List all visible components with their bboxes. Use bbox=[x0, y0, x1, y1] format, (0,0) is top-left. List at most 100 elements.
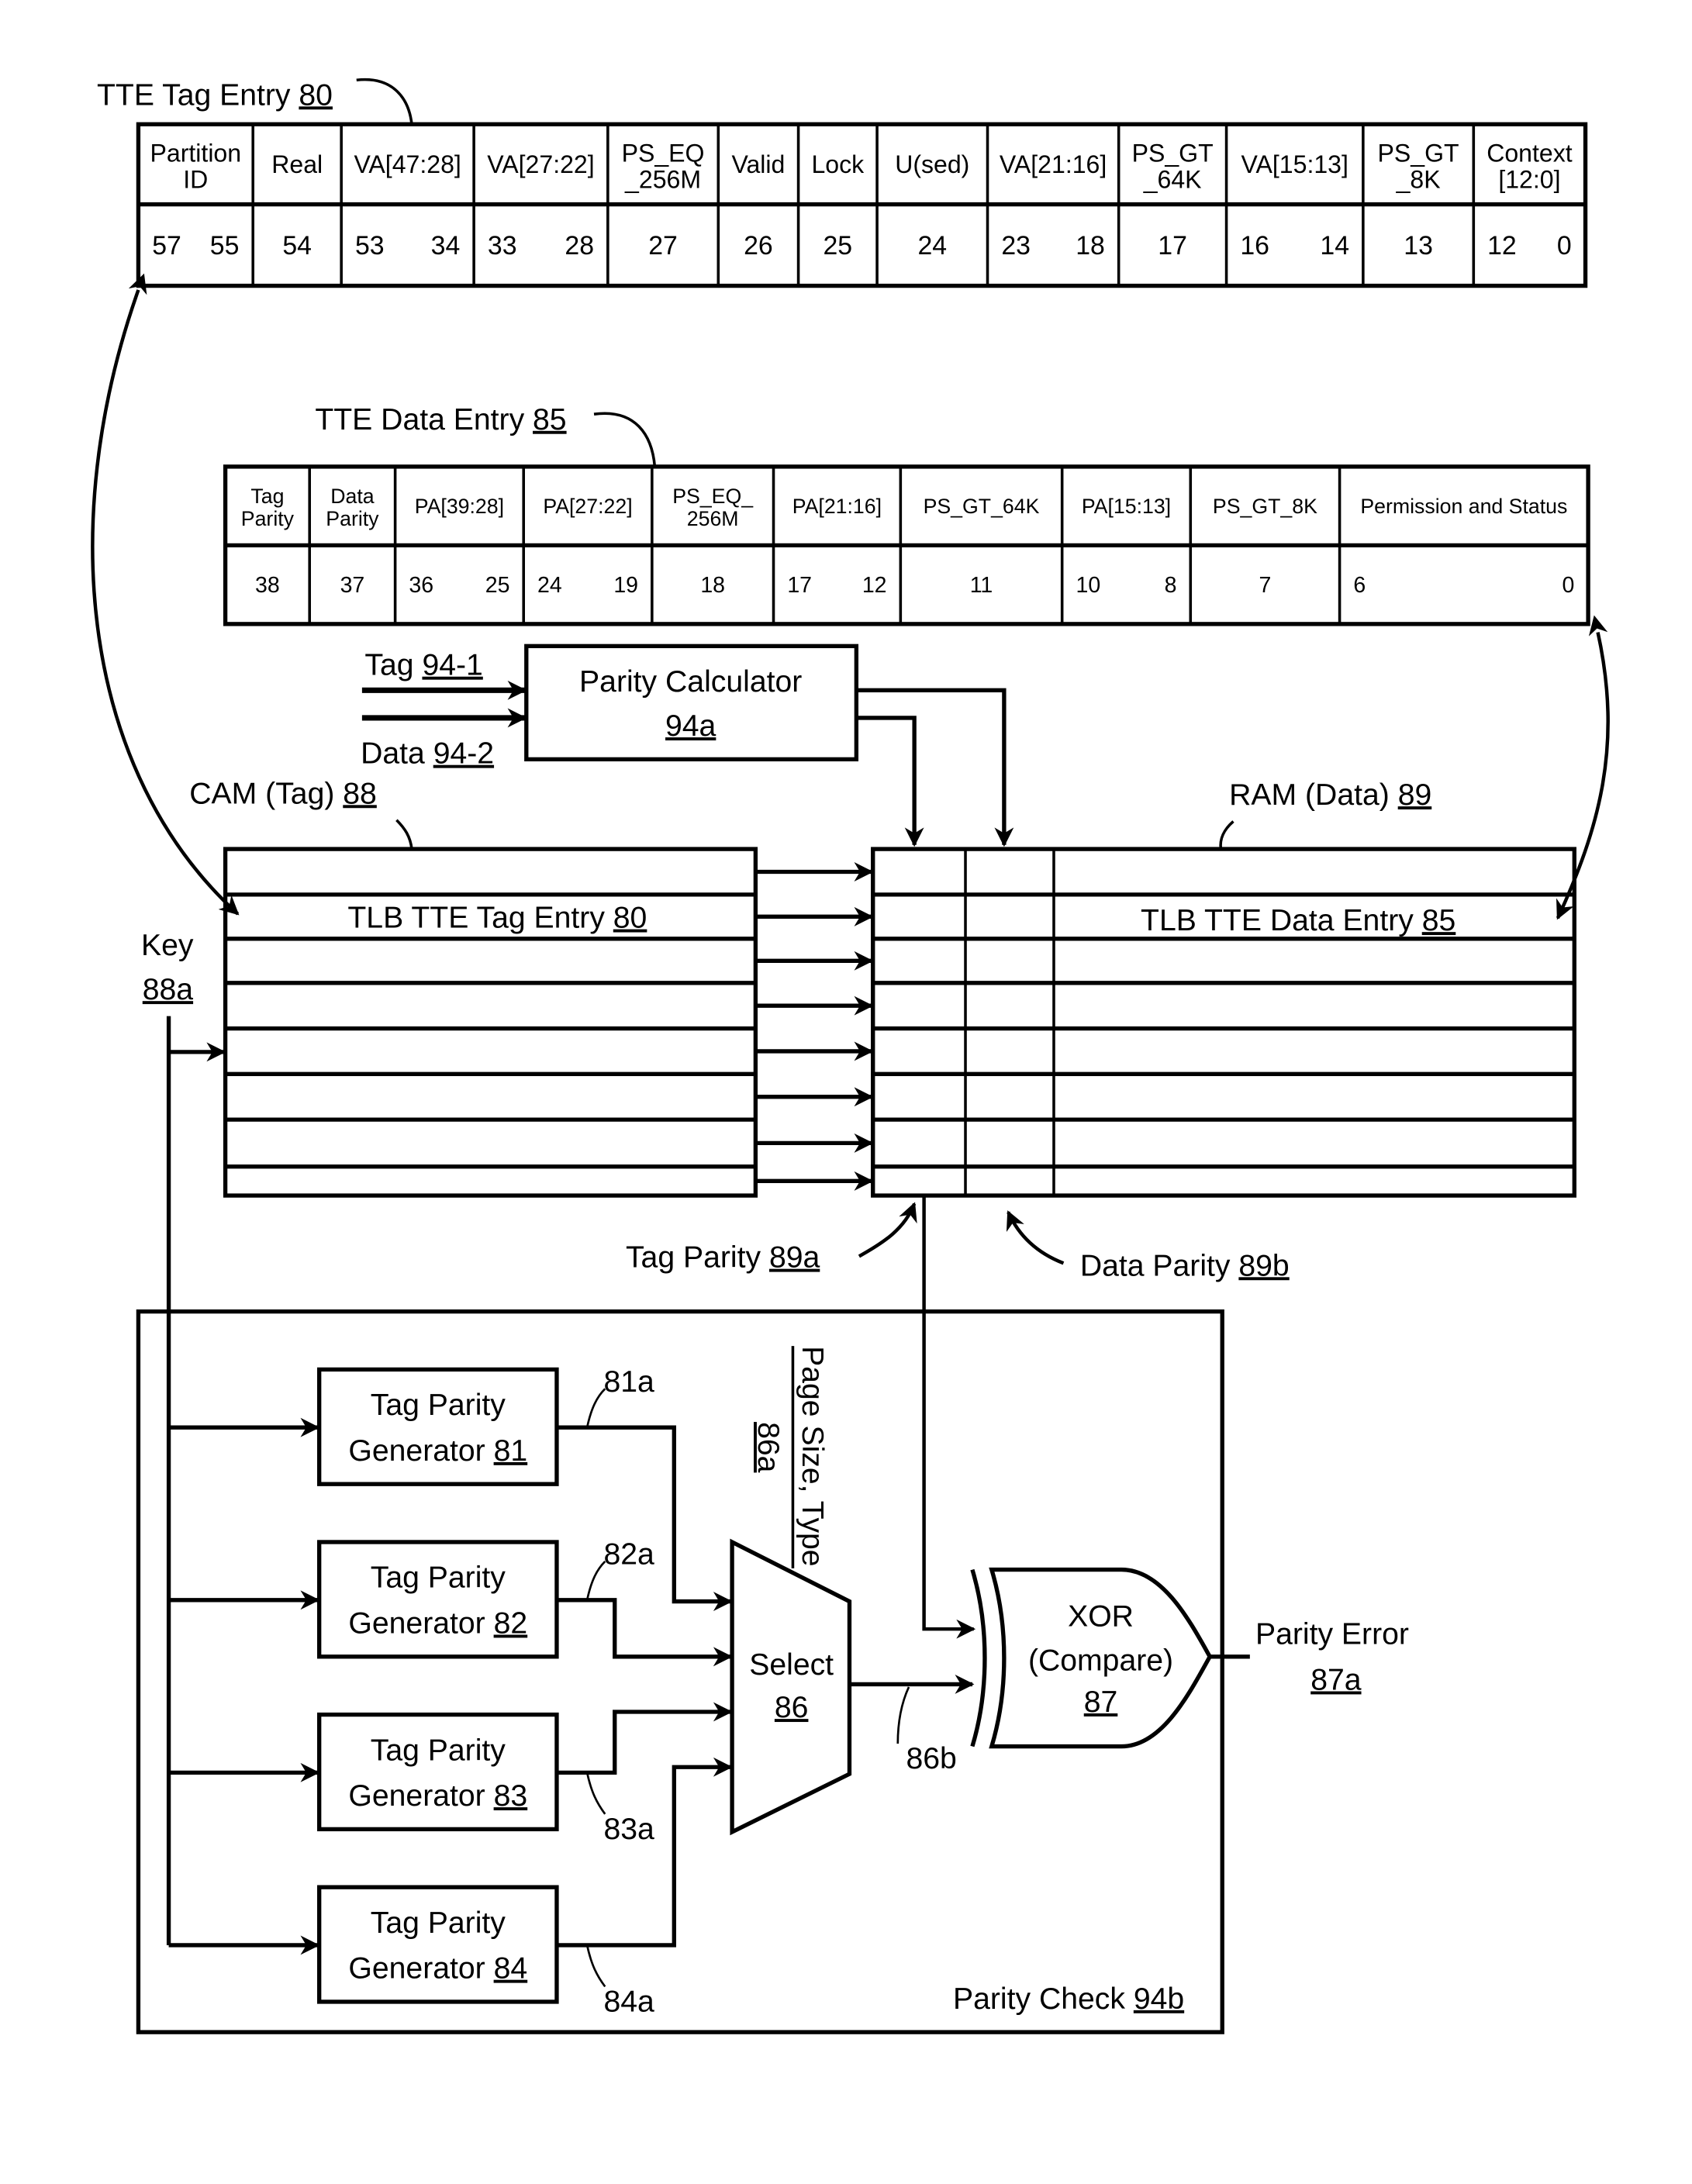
generator-output-arrow bbox=[556, 1757, 733, 1948]
parity-error-ref: 87a bbox=[1310, 1664, 1362, 1697]
select-output-leader bbox=[896, 1686, 910, 1744]
svg-text:XOR: XOR bbox=[1068, 1600, 1134, 1634]
generator-label: Tag Parity bbox=[371, 1561, 506, 1595]
ram-label: RAM (Data) 89 bbox=[1219, 778, 1431, 850]
svg-text:(Compare): (Compare) bbox=[1028, 1644, 1173, 1678]
cam-tag-array: TLB TTE Tag Entry 80 bbox=[223, 847, 758, 1198]
tag-parity-generator: Tag Parity Generator 83 83a bbox=[168, 1702, 733, 1846]
tag-parity-generators: Tag Parity Generator 81 81a Tag Parity Gener… bbox=[168, 1365, 733, 2018]
bit-low: 19 bbox=[613, 573, 638, 598]
parity-error-label: Parity Error bbox=[1255, 1618, 1409, 1651]
field-name: PA[39:28] bbox=[415, 495, 504, 518]
field-name: Real bbox=[271, 150, 323, 178]
data-entry-link-arrow bbox=[1556, 615, 1610, 920]
data-entry-leader bbox=[593, 412, 657, 468]
svg-text:RAM (Data) 89: RAM (Data) 89 bbox=[1229, 778, 1431, 812]
tag-input: Tag 94-1 bbox=[361, 649, 527, 700]
generator-label: Tag Parity bbox=[371, 1389, 506, 1422]
field-name: VA[27:22] bbox=[487, 150, 594, 178]
bit-low: 0 bbox=[1562, 573, 1574, 598]
svg-text:TTE Data Entry 85: TTE Data Entry 85 bbox=[315, 403, 566, 436]
cam-label: CAM (Tag) 88 bbox=[189, 777, 413, 850]
field-name: PS_EQ bbox=[622, 139, 705, 167]
bit-index: 38 bbox=[255, 573, 280, 598]
bit-high: 16 bbox=[1240, 231, 1269, 260]
bit-index: 27 bbox=[648, 231, 678, 260]
generator-label: Tag Parity bbox=[371, 1906, 506, 1940]
data-input: Data 94-2 bbox=[361, 708, 527, 771]
generator-output-arrow bbox=[556, 1702, 733, 1775]
field-name: VA[15:13] bbox=[1241, 150, 1348, 178]
field-name: PS_GT bbox=[1378, 139, 1459, 167]
bit-index: 11 bbox=[970, 573, 993, 598]
field-name: Permission and Status bbox=[1360, 495, 1567, 518]
xor-compare-gate: XOR (Compare) 87 bbox=[970, 1567, 1213, 1749]
svg-text:Parity Calculator: Parity Calculator bbox=[579, 665, 802, 699]
generator-output-label: 82a bbox=[603, 1537, 654, 1571]
svg-text:Data Parity 89b: Data Parity 89b bbox=[1080, 1249, 1290, 1282]
bit-high: 24 bbox=[537, 573, 562, 598]
key-label: Key bbox=[141, 929, 194, 962]
select-output-label: 86b bbox=[906, 1742, 956, 1775]
bit-high: 53 bbox=[355, 231, 385, 260]
data-entry-title: TTE Data Entry 85 bbox=[315, 403, 657, 468]
field-name: Parity bbox=[326, 507, 379, 530]
cam-tag-entry-label: TLB TTE Tag Entry 80 bbox=[347, 902, 647, 935]
bit-low: 18 bbox=[1076, 231, 1105, 260]
stored-tag-parity-line bbox=[922, 1196, 976, 1639]
field-name: PS_GT_64K bbox=[924, 495, 1040, 518]
bit-high: 36 bbox=[409, 573, 433, 598]
svg-text:94a: 94a bbox=[665, 709, 717, 743]
data-parity-feed-arrow bbox=[856, 688, 1014, 847]
bit-low: 12 bbox=[862, 573, 887, 598]
page-size-type-signal: Page Size, Type 86a bbox=[751, 1346, 829, 1568]
bit-low: 28 bbox=[565, 231, 594, 260]
bit-index: 26 bbox=[744, 231, 773, 260]
svg-text:TTE Tag Entry 80: TTE Tag Entry 80 bbox=[97, 78, 333, 112]
field-name: _64K bbox=[1143, 165, 1202, 193]
field-name: PA[27:22] bbox=[543, 495, 632, 518]
svg-text:87: 87 bbox=[1084, 1685, 1118, 1719]
field-name: U(sed) bbox=[895, 150, 969, 178]
field-name: Data bbox=[330, 485, 375, 508]
tag-parity-feed-arrow bbox=[856, 716, 924, 847]
bit-low: 8 bbox=[1165, 573, 1177, 598]
generator-output-arrow bbox=[556, 1425, 733, 1612]
bit-low: 55 bbox=[210, 231, 240, 260]
tag-entry-leader bbox=[356, 78, 413, 125]
field-name: [12:0] bbox=[1498, 165, 1560, 193]
tag-entry-title: TTE Tag Entry 80 bbox=[97, 78, 413, 125]
generator-label: Generator 83 bbox=[348, 1779, 527, 1813]
bit-index: 7 bbox=[1259, 573, 1272, 598]
field-name: Valid bbox=[731, 150, 785, 178]
generator-output-label: 81a bbox=[603, 1365, 654, 1399]
tag-entry-table: PartitionID 57 55 Real 54 VA[47:28] 53 34 VA[27:… bbox=[136, 122, 1588, 288]
generator-label: Generator 84 bbox=[348, 1952, 527, 1986]
field-name: PA[15:13] bbox=[1082, 495, 1171, 518]
bit-low: 25 bbox=[485, 573, 510, 598]
generator-label: Generator 82 bbox=[348, 1607, 527, 1641]
tag-entry-link-arrow bbox=[91, 273, 240, 916]
field-name: Partition bbox=[150, 139, 242, 167]
svg-text:CAM (Tag) 88: CAM (Tag) 88 bbox=[189, 777, 377, 810]
bit-high: 57 bbox=[152, 231, 181, 260]
bit-high: 33 bbox=[488, 231, 517, 260]
bit-high: 17 bbox=[787, 573, 812, 598]
data-parity-label: Data Parity 89b bbox=[1006, 1210, 1290, 1282]
data-entry-table: TagParity38DataParity37PA[39:28]36 25PA[2… bbox=[223, 464, 1590, 626]
generator-label: Generator 81 bbox=[348, 1434, 527, 1468]
tag-parity-generator: Tag Parity Generator 82 82a bbox=[168, 1537, 733, 1667]
bit-low: 14 bbox=[1320, 231, 1349, 260]
bit-high: 10 bbox=[1076, 573, 1100, 598]
svg-text:Page Size, Type: Page Size, Type bbox=[796, 1346, 829, 1566]
select-mux: Select 86 bbox=[730, 1538, 852, 1836]
bit-low: 0 bbox=[1557, 231, 1572, 260]
field-name: ID bbox=[183, 165, 208, 193]
field-name: 256M bbox=[687, 507, 739, 530]
svg-text:Tag 94-1: Tag 94-1 bbox=[364, 649, 482, 682]
field-cell: PartitionID 57 55 bbox=[150, 139, 242, 260]
bit-index: 13 bbox=[1404, 231, 1433, 260]
bit-index: 25 bbox=[823, 231, 852, 260]
ram-data-array: TLB TTE Data Entry 85 bbox=[871, 847, 1576, 1198]
svg-text:Tag Parity 89a: Tag Parity 89a bbox=[626, 1241, 820, 1275]
